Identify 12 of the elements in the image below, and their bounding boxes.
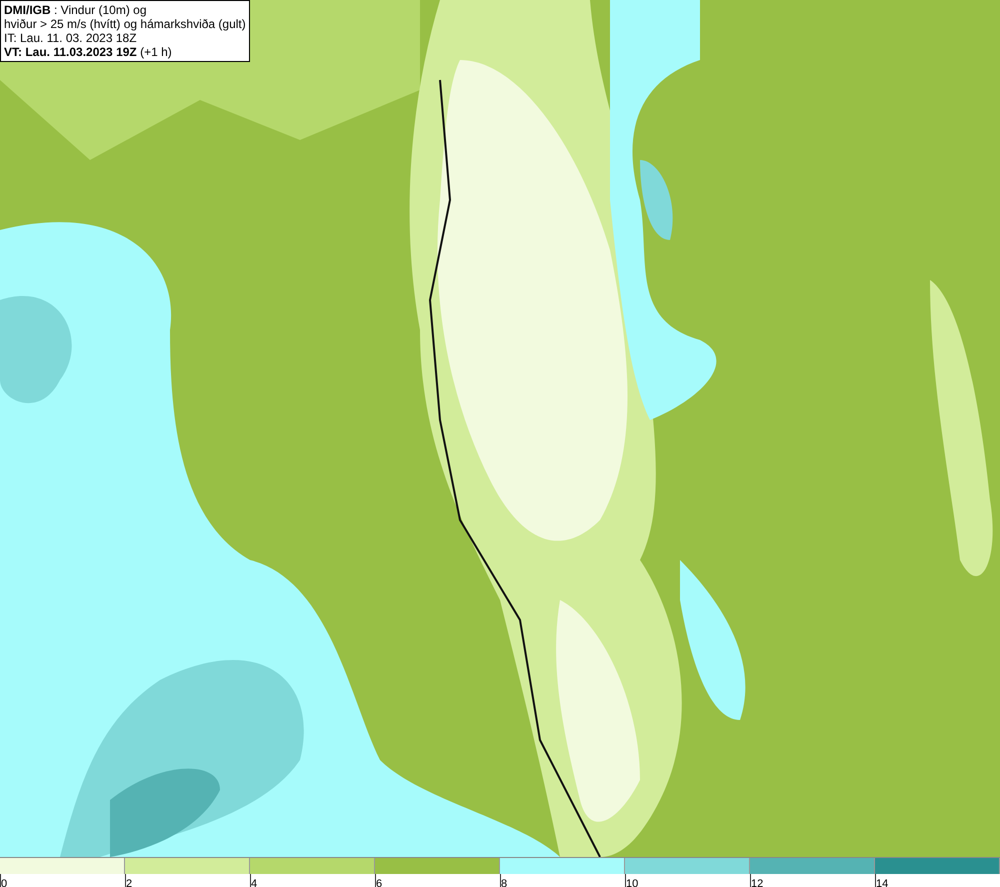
legend-tick-label: 14 [876,878,888,887]
title-line: hviður > 25 m/s (hvítt) og hámarkshviða (gult) [4,17,246,31]
title-line: DMI/IGB : Vindur (10m) og [4,3,148,17]
legend-tick-label: 0 [1,878,8,887]
legend-tick-label: 8 [501,878,508,887]
legend-tick-label: 10 [626,878,638,887]
title-line: IT: Lau. 11. 03. 2023 18Z [4,31,138,45]
legend-tick-label: 6 [376,878,382,887]
legend-tick-label: 12 [751,878,764,887]
legend-tick-label: 2 [126,878,132,887]
title-line: VT: Lau. 11.03.2023 19Z (+1 h) [4,45,173,59]
legend-tick-label: 4 [251,878,258,887]
